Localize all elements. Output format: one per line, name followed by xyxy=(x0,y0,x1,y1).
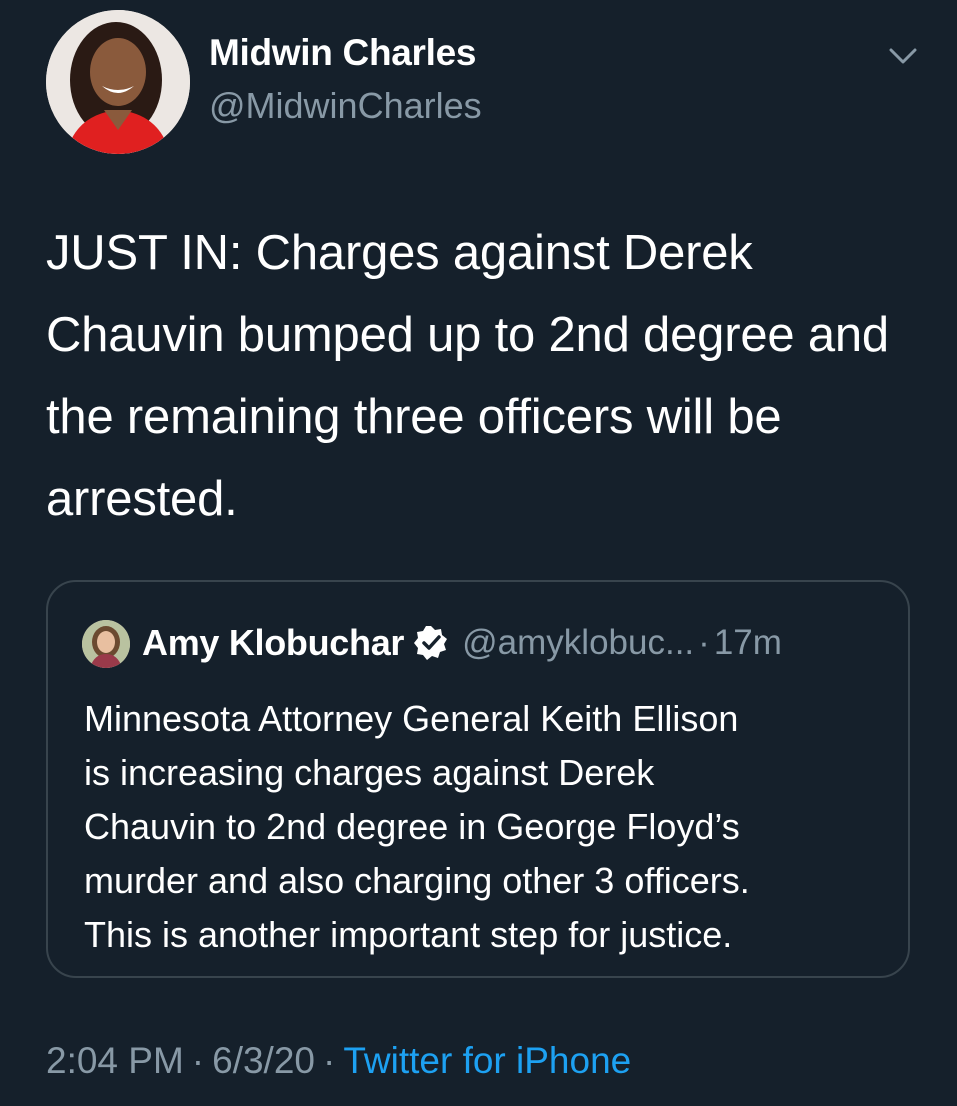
tweet-text: JUST IN: Charges against Derek Chauvin b… xyxy=(46,226,889,526)
tweet-source-link[interactable]: Twitter for iPhone xyxy=(343,1040,631,1081)
author-avatar[interactable] xyxy=(46,10,190,154)
quoted-text-line: Minnesota Attorney General Keith Ellison xyxy=(84,698,739,739)
tweet-time: 2:04 PM xyxy=(46,1040,184,1081)
quoted-text-line: Chauvin to 2nd degree in George Floyd’s xyxy=(84,806,740,847)
quoted-author-name[interactable]: Amy Klobuchar xyxy=(142,622,404,664)
chevron-down-icon[interactable] xyxy=(883,40,923,70)
quoted-author-handle[interactable]: @amyklobuc... xyxy=(462,623,694,663)
quoted-author-avatar[interactable] xyxy=(82,620,130,668)
quoted-text-line: murder and also charging other 3 officer… xyxy=(84,860,750,901)
author-handle[interactable]: @MidwinCharles xyxy=(209,85,482,127)
quoted-text-line: is increasing charges against Derek xyxy=(84,752,655,793)
tweet: Midwin Charles @MidwinCharles JUST IN: C… xyxy=(0,0,957,1106)
quoted-avatar-image xyxy=(82,620,130,668)
meta-separator: · xyxy=(191,1040,205,1081)
quoted-header: Amy Klobuchar @amyklobuc... · 17m xyxy=(142,622,782,664)
author-name[interactable]: Midwin Charles xyxy=(209,32,476,74)
tweet-date: 6/3/20 xyxy=(212,1040,315,1081)
tweet-meta: 2:04 PM · 6/3/20 · Twitter for iPhone xyxy=(46,1040,631,1082)
quoted-tweet[interactable]: Amy Klobuchar @amyklobuc... · 17m Minnes… xyxy=(46,580,910,978)
quoted-separator: · xyxy=(698,623,710,662)
quoted-text-line: This is another important step for justi… xyxy=(84,914,733,955)
verified-badge-icon xyxy=(414,626,448,660)
quoted-tweet-text: Minnesota Attorney General Keith Ellison… xyxy=(84,692,894,962)
meta-separator: · xyxy=(323,1040,336,1081)
author-avatar-image xyxy=(46,10,190,154)
quoted-timestamp[interactable]: 17m xyxy=(714,623,782,663)
